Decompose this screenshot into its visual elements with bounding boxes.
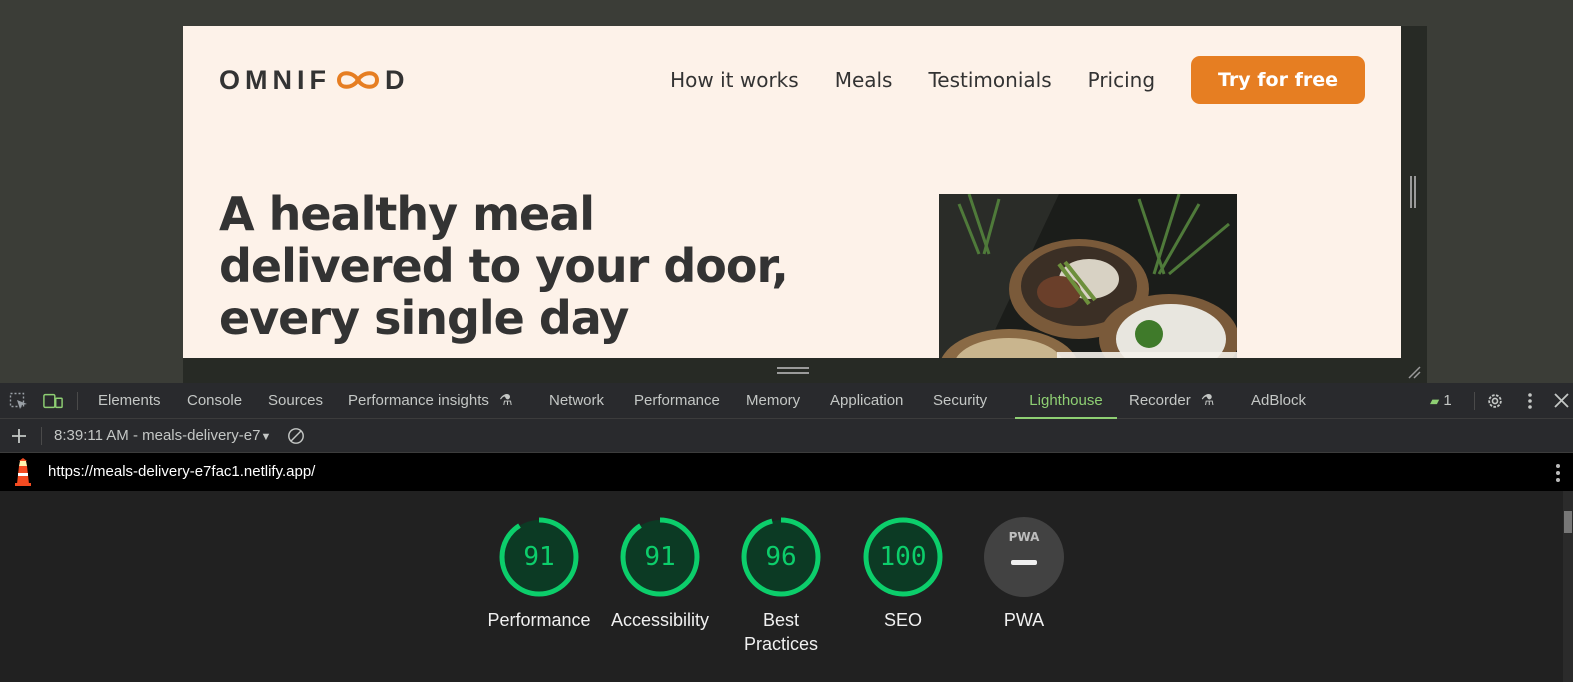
score-performance[interactable]: 91 Performance: [479, 516, 599, 632]
main-nav: How it works Meals Testimonials Pricing …: [670, 56, 1365, 104]
score-seo[interactable]: 100 SEO: [843, 516, 963, 632]
infinity-logo-icon: [336, 71, 380, 89]
nav-link-testimonials[interactable]: Testimonials: [928, 68, 1051, 92]
resize-grip-icon: [777, 367, 809, 374]
nav-link-meals[interactable]: Meals: [835, 68, 893, 92]
hero-title: A healthy meal delivered to your door, e…: [219, 187, 789, 345]
score-value: 91: [644, 542, 676, 572]
issues-count: 1: [1443, 392, 1452, 409]
page-frame: OMNIF D How it works Meals Testimonials …: [183, 26, 1401, 358]
lighthouse-toolbar: 8:39:11 AM - meals-delivery-e7▼: [0, 419, 1573, 453]
devtools-panel: Elements Console Sources Performance ins…: [0, 383, 1573, 682]
lighthouse-url-bar: https://meals-delivery-e7fac1.netlify.ap…: [0, 453, 1573, 491]
nav-link-pricing[interactable]: Pricing: [1088, 68, 1155, 92]
tab-security[interactable]: Security: [933, 383, 987, 419]
corner-resize-icon[interactable]: [1407, 365, 1421, 379]
toolbar-divider: [1474, 392, 1475, 410]
clear-all-icon[interactable]: [286, 427, 306, 445]
score-label: PWA: [1003, 610, 1045, 630]
toolbar-divider: [41, 427, 42, 445]
lighthouse-logo-icon: [15, 458, 31, 486]
pwa-badge-icon: [984, 517, 1064, 597]
score-value: 100: [879, 542, 927, 572]
tab-console[interactable]: Console: [187, 383, 242, 419]
resize-grip-icon: [1410, 176, 1416, 208]
experiment-flask-icon: ⚗: [499, 392, 513, 409]
close-devtools-icon[interactable]: [1552, 392, 1572, 410]
more-options-icon[interactable]: [1520, 392, 1540, 410]
device-toolbar-icon[interactable]: [43, 392, 63, 410]
tab-performance[interactable]: Performance: [634, 383, 720, 419]
report-selector-label: 8:39:11 AM - meals-delivery-e7: [54, 427, 261, 444]
score-label: Performance: [487, 610, 591, 630]
tab-recorder[interactable]: Recorder ⚗: [1129, 383, 1214, 419]
tab-memory[interactable]: Memory: [746, 383, 800, 419]
viewport-resize-bottom-handle[interactable]: [183, 358, 1427, 383]
hero-meal-image: [939, 194, 1237, 358]
score-best-practices[interactable]: 96 Best Practices: [721, 516, 841, 656]
score-accessibility[interactable]: 91 Accessibility: [600, 516, 720, 632]
toolbar-divider: [77, 392, 78, 410]
report-menu-icon[interactable]: [1555, 463, 1561, 483]
new-report-plus-icon[interactable]: [9, 427, 29, 445]
pwa-badge-text: PWA: [1008, 530, 1040, 544]
logo-text-left: OMNIF: [219, 64, 331, 95]
score-pwa[interactable]: PWA PWA: [964, 516, 1084, 632]
scrollbar-thumb[interactable]: [1564, 511, 1572, 533]
logo-text-right: D: [385, 64, 410, 95]
tab-network[interactable]: Network: [549, 383, 604, 419]
tab-performance-insights[interactable]: Performance insights ⚗: [348, 383, 513, 419]
tab-adblock[interactable]: AdBlock: [1251, 383, 1306, 419]
omnifood-logo[interactable]: OMNIF D: [219, 62, 410, 98]
experiment-flask-icon: ⚗: [1200, 392, 1215, 409]
report-selector[interactable]: 8:39:11 AM - meals-delivery-e7▼: [54, 427, 271, 444]
report-scrollbar[interactable]: [1563, 491, 1573, 682]
tab-sources[interactable]: Sources: [268, 383, 323, 419]
tab-elements[interactable]: Elements: [98, 383, 161, 419]
tab-label: Performance insights: [348, 392, 489, 409]
score-label: Accessibility: [610, 610, 710, 630]
score-value: 91: [523, 542, 555, 572]
issues-counter[interactable]: ▰ 1: [1430, 383, 1452, 419]
score-label: SEO: [883, 610, 922, 630]
audited-url[interactable]: https://meals-delivery-e7fac1.netlify.ap…: [48, 463, 315, 480]
message-icon: ▰: [1430, 394, 1440, 408]
score-label: Best Practices: [743, 610, 819, 654]
score-value: 96: [765, 542, 797, 572]
tab-label: Recorder: [1129, 392, 1191, 409]
nav-link-how-it-works[interactable]: How it works: [670, 68, 799, 92]
settings-gear-icon[interactable]: [1485, 392, 1505, 410]
lighthouse-scores: 91 Performance 91 Accessibility 96 Best …: [0, 491, 1563, 682]
inspect-element-icon[interactable]: [9, 392, 29, 410]
device-viewport-area: OMNIF D How it works Meals Testimonials …: [0, 0, 1573, 383]
tab-lighthouse[interactable]: Lighthouse: [1015, 383, 1117, 419]
dropdown-arrow-icon: ▼: [260, 431, 272, 443]
viewport-resize-right-handle[interactable]: [1401, 26, 1427, 358]
devtools-tabbar: Elements Console Sources Performance ins…: [0, 383, 1573, 419]
try-for-free-button[interactable]: Try for free: [1191, 56, 1365, 104]
tab-application[interactable]: Application: [830, 383, 903, 419]
